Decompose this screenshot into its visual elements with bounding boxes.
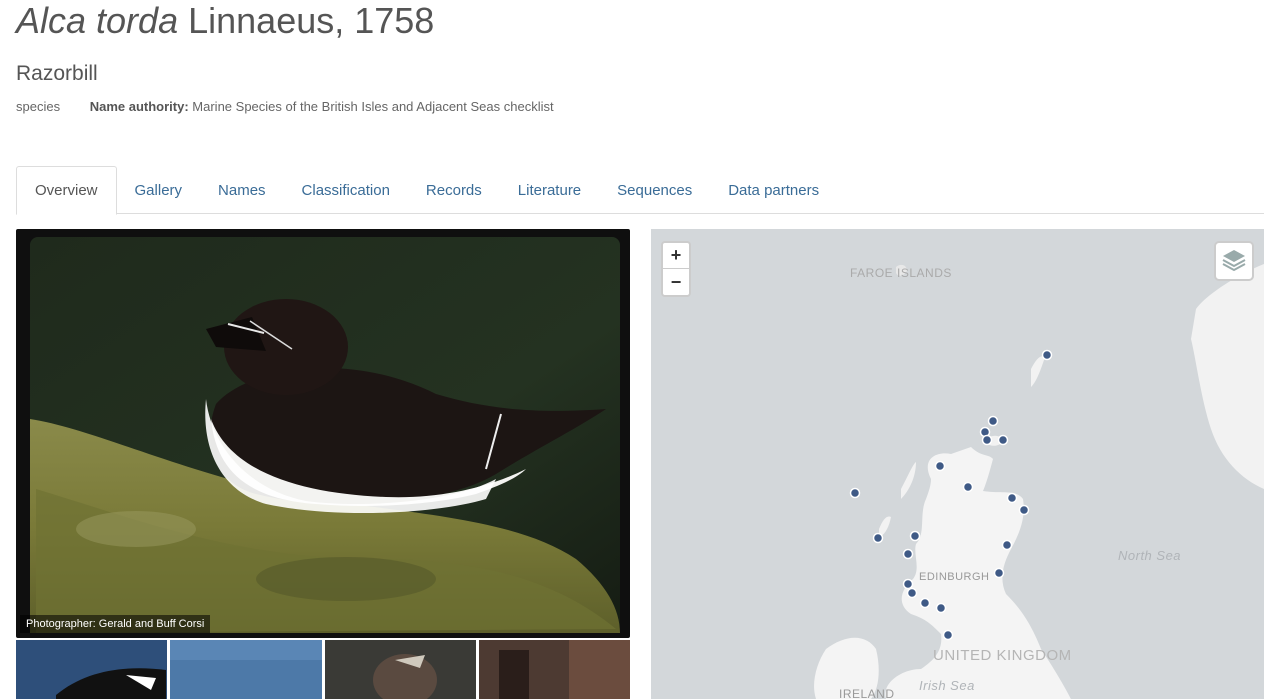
gallery-thumbnail[interactable]: [324, 640, 476, 699]
rank-label: species: [16, 99, 61, 114]
map-label-north-sea: North Sea: [1118, 548, 1182, 563]
record-marker: [909, 530, 921, 542]
gallery-thumbnail[interactable]: [170, 640, 322, 699]
species-photo[interactable]: [16, 229, 630, 638]
tab-overview[interactable]: Overview: [16, 166, 117, 215]
record-marker: [849, 487, 861, 499]
taxon-meta: species Name authority: Marine Species o…: [16, 99, 554, 114]
record-marker: [935, 602, 947, 614]
zoom-out-button[interactable]: −: [663, 269, 689, 295]
record-marker: [919, 597, 931, 609]
tab-sequences[interactable]: Sequences: [599, 166, 710, 214]
record-marker: [993, 567, 1005, 579]
tab-records[interactable]: Records: [408, 166, 500, 214]
scientific-name: Alca torda: [16, 0, 179, 41]
photo-credit: Photographer: Gerald and Buff Corsi: [20, 615, 211, 633]
tab-names[interactable]: Names: [200, 166, 284, 214]
record-marker: [1001, 539, 1013, 551]
name-authority-label: Name authority:: [89, 99, 189, 114]
tab-bar: Overview Gallery Names Classification Re…: [16, 166, 1264, 215]
tab-classification[interactable]: Classification: [284, 166, 408, 214]
tab-gallery[interactable]: Gallery: [117, 166, 201, 214]
name-authority-value: Marine Species of the British Isles and …: [192, 99, 554, 114]
record-marker: [987, 415, 999, 427]
record-marker: [1018, 504, 1030, 516]
map-label-irish-sea: Irish Sea: [919, 678, 975, 693]
record-marker: [981, 434, 993, 446]
record-marker: [872, 532, 884, 544]
record-marker: [997, 434, 1009, 446]
record-marker: [1006, 492, 1018, 504]
thumbnail-strip: [16, 640, 630, 699]
record-marker: [902, 548, 914, 560]
tab-literature[interactable]: Literature: [500, 166, 599, 214]
layers-button[interactable]: [1214, 241, 1254, 281]
record-marker: [906, 587, 918, 599]
record-marker: [942, 629, 954, 641]
record-marker: [962, 481, 974, 493]
zoom-control: + −: [661, 241, 691, 297]
record-marker: [934, 460, 946, 472]
page-title: Alca torda Linnaeus, 1758: [16, 0, 434, 42]
zoom-in-button[interactable]: +: [663, 243, 689, 269]
tab-data-partners[interactable]: Data partners: [710, 166, 837, 214]
name-authority-year: Linnaeus, 1758: [188, 0, 435, 41]
common-name: Razorbill: [16, 62, 98, 85]
map-label-edinburgh: EDINBURGH: [919, 571, 990, 583]
gallery-thumbnail[interactable]: [16, 640, 168, 699]
record-marker: [1041, 349, 1053, 361]
layers-icon: [1221, 246, 1247, 277]
map-label-uk: UNITED KINGDOM: [933, 647, 1072, 664]
record-marker: [902, 578, 914, 590]
map-label-faroe: FAROE ISLANDS: [850, 266, 952, 280]
distribution-map[interactable]: FAROE ISLANDS North Sea EDINBURGH UNITED…: [651, 229, 1264, 699]
map-label-ireland: IRELAND: [839, 687, 895, 699]
gallery-thumbnail[interactable]: [478, 640, 630, 699]
